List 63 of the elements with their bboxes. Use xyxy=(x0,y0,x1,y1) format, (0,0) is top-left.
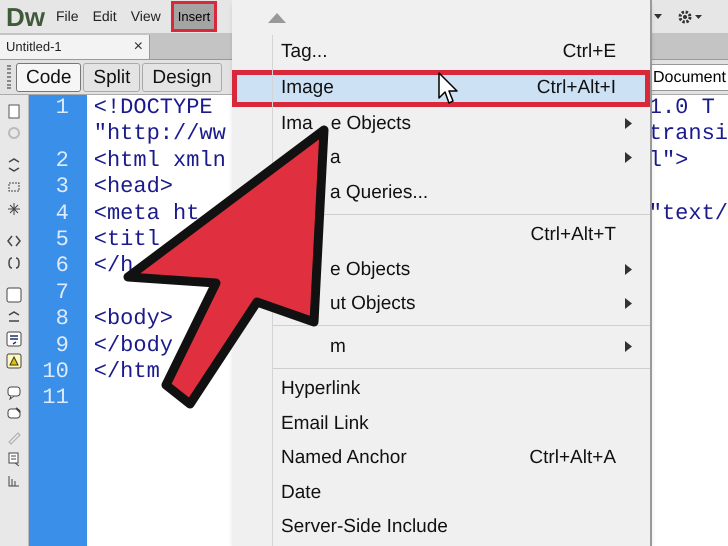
code-line: <body> xyxy=(92,306,174,333)
menu-item[interactable]: a Queries... xyxy=(330,176,650,210)
line-number: 10 xyxy=(41,358,70,386)
code-line: </body xyxy=(92,332,174,359)
menu-item[interactable]: Hyperlink xyxy=(281,372,650,406)
menu-item[interactable]: Insert xyxy=(174,4,214,30)
speech-bubble-icon[interactable] xyxy=(6,385,22,401)
code-line: <head> xyxy=(92,174,174,201)
pointer-cursor-icon xyxy=(438,72,460,105)
menu-item[interactable]: Ctrl+Alt+T xyxy=(330,218,650,252)
braces-icon[interactable] xyxy=(6,255,22,271)
menu-item[interactable]: m xyxy=(330,330,650,364)
word-wrap-icon[interactable] xyxy=(6,331,22,347)
settings-icon[interactable] xyxy=(676,8,704,26)
line-number: 1 xyxy=(54,95,70,122)
code-line: </h xyxy=(92,253,134,280)
view-button[interactable]: Code xyxy=(16,62,82,92)
asterisk-icon[interactable] xyxy=(6,201,22,217)
code-line: "text/ xyxy=(648,200,728,227)
chart-icon[interactable] xyxy=(6,473,22,489)
view-button[interactable]: Design xyxy=(142,62,222,92)
menu-item[interactable]: View xyxy=(124,6,168,27)
line-number: 4 xyxy=(54,200,70,227)
menu-item[interactable]: Named Anchor Ctrl+Alt+A xyxy=(281,441,650,476)
menu-item[interactable]: File xyxy=(49,6,86,27)
line-number: 9 xyxy=(54,332,70,359)
menu-item[interactable]: Ima e Objects xyxy=(281,106,650,141)
menu-item[interactable]: Tag... Ctrl+E xyxy=(281,35,650,70)
menu-item[interactable]: Email Link xyxy=(281,406,650,441)
line-number: 11 xyxy=(41,385,70,412)
document-tab[interactable]: Untitled-1 × xyxy=(0,35,150,59)
view-button[interactable]: Split xyxy=(83,62,140,92)
line-number: 8 xyxy=(54,306,70,333)
menu-item[interactable]: ut Objects xyxy=(330,287,650,322)
tab-title: Untitled-1 xyxy=(6,38,62,56)
grip-icon xyxy=(7,65,11,89)
menu-item[interactable]: Date xyxy=(281,476,650,510)
line-number: 2 xyxy=(54,148,70,174)
menu-item[interactable]: e Objects xyxy=(330,252,650,287)
close-button[interactable]: × xyxy=(134,35,143,59)
code-line: "http://ww xyxy=(92,121,227,148)
line-number: 3 xyxy=(54,174,70,201)
menu-item[interactable]: a xyxy=(330,141,650,176)
code-line: <!DOCTYPE xyxy=(92,95,214,122)
code-line: <meta ht xyxy=(92,200,200,227)
document-icon[interactable] xyxy=(6,103,22,119)
line-number: 6 xyxy=(54,253,70,280)
app-logo: Dw xyxy=(6,4,45,30)
code-line: <html xmln xyxy=(92,148,227,174)
line-number: 7 xyxy=(54,280,70,306)
code-line: </htm xyxy=(92,358,161,386)
list-icon[interactable] xyxy=(6,451,22,467)
brackets-icon[interactable] xyxy=(6,233,22,249)
code-line: transi xyxy=(648,121,728,148)
title-field[interactable]: Document xyxy=(650,64,728,91)
line-number: 5 xyxy=(54,226,70,254)
menu-item[interactable]: Edit xyxy=(86,6,124,27)
warning-icon[interactable] xyxy=(6,353,22,369)
code-line: l"> xyxy=(648,148,688,174)
menu-item[interactable]: Server-Side Include xyxy=(281,510,650,544)
dropdown-caret-icon[interactable] xyxy=(654,14,662,20)
code-line: <titl xyxy=(92,226,161,254)
code-line: 1.0 T xyxy=(648,95,715,122)
